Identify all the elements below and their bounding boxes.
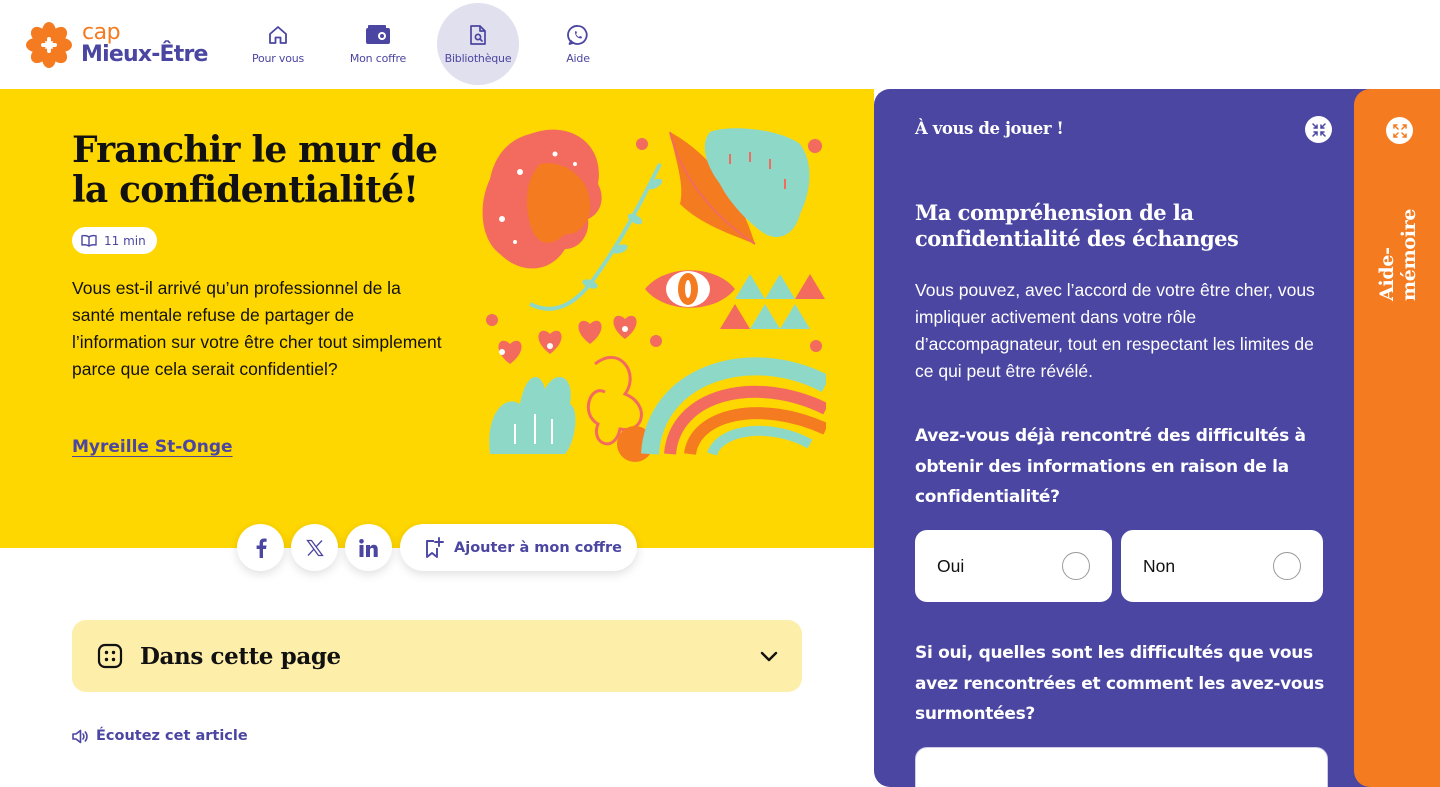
x-icon: [305, 539, 324, 556]
logo-name-text: Mieux-Être: [81, 42, 208, 67]
radio-oui[interactable]: [1062, 552, 1090, 580]
read-time-badge: 11 min: [72, 227, 157, 254]
vault-icon: [366, 24, 390, 44]
panel-title: Ma compréhension de la confidentialité d…: [915, 200, 1239, 251]
share-linkedin-button[interactable]: [345, 524, 392, 571]
facebook-icon: [256, 538, 267, 558]
in-page-toc-toggle[interactable]: Dans cette page: [72, 620, 802, 692]
option-non[interactable]: Non: [1121, 530, 1323, 602]
speaker-icon: [72, 729, 88, 743]
linkedin-icon: [359, 538, 378, 557]
radio-non[interactable]: [1273, 552, 1301, 580]
cap-mieux-etre-logo[interactable]: cap Mieux-Être: [26, 20, 208, 68]
aide-memoire-tab[interactable]: Aide-mémoire: [1354, 89, 1440, 787]
add-to-vault-label: Ajouter à mon coffre: [454, 539, 623, 556]
site-header: cap Mieux-Être Pour vous Mon coffre Bibl…: [0, 0, 874, 89]
chevron-down-icon: [760, 651, 778, 661]
nav-label: Aide: [566, 51, 590, 65]
article-title: Franchir le mur de la confidentialité!: [72, 129, 438, 211]
listen-article-button[interactable]: Écoutez cet article: [72, 728, 248, 744]
option-oui[interactable]: Oui: [915, 530, 1112, 602]
panel-header: À vous de jouer !: [915, 119, 1064, 138]
option-label: Oui: [937, 555, 965, 576]
toc-title: Dans cette page: [140, 642, 341, 670]
list-dots-icon: [97, 643, 123, 669]
nav-item-mon-coffre[interactable]: Mon coffre: [328, 3, 428, 85]
option-label: Non: [1143, 555, 1176, 576]
nav-item-aide[interactable]: Aide: [528, 3, 628, 85]
read-time-text: 11 min: [104, 233, 146, 248]
expand-button[interactable]: [1386, 117, 1413, 144]
add-to-vault-button[interactable]: Ajouter à mon coffre: [400, 524, 637, 571]
nav-label: Bibliothèque: [444, 51, 512, 65]
nav-label: Mon coffre: [349, 51, 407, 65]
question-1: Avez-vous déjà rencontré des difficultés…: [915, 426, 1306, 507]
author-link[interactable]: Myreille St-Onge: [72, 437, 233, 457]
hero-illustration: [482, 128, 826, 462]
nav-label: Pour vous: [251, 51, 305, 65]
chat-phone-icon: [567, 24, 588, 45]
activity-panel: À vous de jouer ! Ma compréhension de la…: [874, 89, 1384, 787]
book-icon: [81, 234, 97, 247]
expand-arrows-icon: [1392, 123, 1407, 138]
panel-description: Vous pouvez, avec l’accord de votre être…: [915, 280, 1315, 381]
main-nav: Pour vous Mon coffre Bibliothèque Aide: [228, 3, 628, 85]
share-x-button[interactable]: [291, 524, 338, 571]
home-icon: [269, 25, 287, 44]
share-facebook-button[interactable]: [237, 524, 284, 571]
nav-item-bibliotheque[interactable]: Bibliothèque: [428, 3, 528, 85]
listen-label: Écoutez cet article: [96, 728, 248, 744]
panel-collapse-button[interactable]: [1305, 116, 1332, 143]
aide-memoire-label: Aide-mémoire: [1376, 208, 1420, 301]
bookmark-add-icon: [426, 536, 444, 558]
library-document-icon: [470, 24, 486, 45]
flower-logo-icon: [26, 22, 72, 68]
question-2: Si oui, quelles sont les difficultés que…: [915, 643, 1324, 724]
collapse-arrows-icon: [1311, 122, 1326, 137]
answer-textarea[interactable]: [915, 747, 1328, 787]
article-intro: Vous est-il arrivé qu’un professionnel d…: [72, 278, 442, 379]
nav-item-pour-vous[interactable]: Pour vous: [228, 3, 328, 85]
